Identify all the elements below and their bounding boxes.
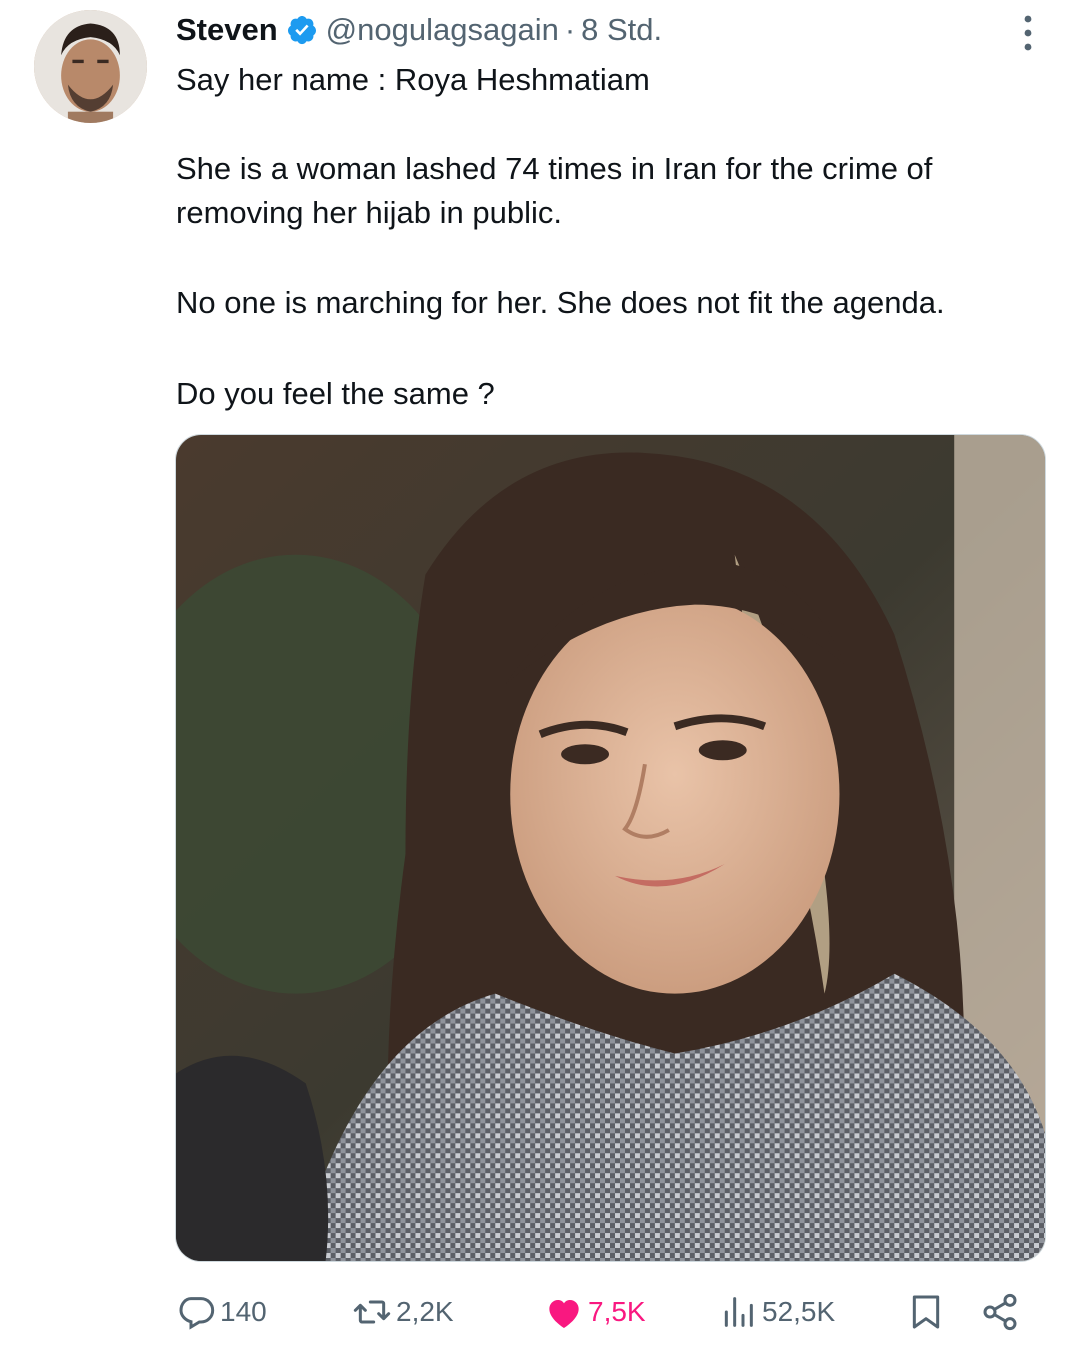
like-button[interactable]: 7,5K: [544, 1288, 646, 1336]
bookmark-icon: [906, 1292, 946, 1332]
reply-count: 140: [220, 1296, 267, 1327]
tweet-text-paragraph-4: Do you feel the same ?: [176, 376, 495, 411]
heart-icon: [544, 1292, 584, 1332]
more-options-icon[interactable]: [1020, 14, 1036, 52]
views-button[interactable]: 52,5K: [718, 1288, 835, 1336]
tweet: Steven @nogulagsagain · 8 Std. Say her n…: [0, 0, 1080, 1350]
tweet-action-bar: 140 2,2K 7,5K 52,5K: [0, 1288, 1080, 1336]
views-chart-icon: [718, 1292, 758, 1332]
tweet-timestamp[interactable]: 8 Std.: [581, 12, 662, 48]
share-icon: [980, 1292, 1020, 1332]
like-count: 7,5K: [588, 1296, 646, 1327]
views-count: 52,5K: [762, 1296, 836, 1327]
avatar[interactable]: [34, 10, 147, 123]
tweet-text-paragraph-2: She is a woman lashed 74 times in Iran f…: [176, 151, 933, 230]
portrait-photo: [176, 435, 1045, 1261]
tweet-media-photo[interactable]: [175, 434, 1046, 1262]
share-button[interactable]: [980, 1288, 1020, 1336]
avatar-image: [34, 10, 147, 123]
tweet-text-paragraph-3: No one is marching for her. She does not…: [176, 285, 945, 320]
author-display-name[interactable]: Steven: [176, 12, 278, 48]
verified-badge-icon: [286, 14, 318, 46]
reply-button[interactable]: 140: [176, 1288, 267, 1336]
author-handle[interactable]: @nogulagsagain: [326, 12, 559, 48]
separator-dot: ·: [564, 12, 576, 47]
reply-bubble-icon: [176, 1292, 216, 1332]
repost-button[interactable]: 2,2K: [352, 1288, 454, 1336]
repost-count: 2,2K: [396, 1296, 454, 1327]
repost-arrows-icon: [352, 1292, 392, 1332]
tweet-header: Steven @nogulagsagain · 8 Std.: [176, 8, 662, 52]
bookmark-button[interactable]: [906, 1288, 946, 1336]
tweet-text-line1: Say her name : Roya Heshmatiam: [176, 62, 650, 97]
